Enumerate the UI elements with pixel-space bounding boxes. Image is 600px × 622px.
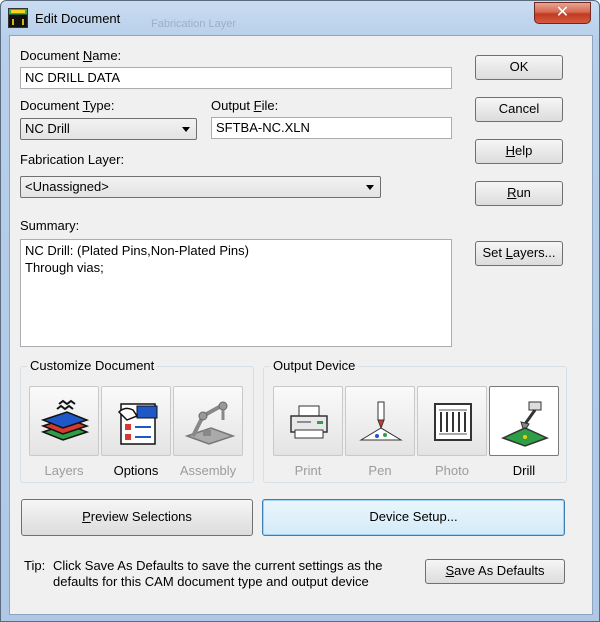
assembly-label: Assembly [179, 463, 237, 478]
edit-document-window: Edit Document Fabrication Layer ✕ Docume… [0, 0, 600, 622]
label-part: ave As Defaults [454, 563, 545, 578]
help-button[interactable]: Help [475, 139, 563, 164]
output-device-title: Output Device [270, 358, 359, 373]
summary-line: NC Drill: (Plated Pins,Non-Plated Pins) [25, 243, 249, 258]
label-part: ype: [89, 98, 115, 113]
print-label: Print [294, 463, 322, 478]
close-icon: ✕ [555, 4, 570, 21]
label-accelerator: F [253, 98, 262, 113]
title-bar[interactable]: Edit Document Fabrication Layer ✕ [1, 1, 599, 35]
output-device-group: Output Device Print Pen Photo Drill [263, 358, 567, 483]
layers-label: Layers [44, 463, 84, 478]
layers-tile[interactable] [29, 386, 99, 456]
label-part: elp [515, 143, 533, 158]
options-tile[interactable] [101, 386, 171, 456]
window-title: Edit Document [35, 11, 121, 26]
label-part: Set [482, 245, 506, 260]
assembly-icon [184, 401, 236, 445]
output-file-label: Output File: [211, 98, 278, 113]
label-accelerator: H [505, 143, 516, 158]
photo-tile[interactable] [417, 386, 487, 456]
tip-prefix: Tip: [24, 558, 46, 573]
document-type-label: Document Type: [20, 98, 114, 113]
summary-label: Summary: [20, 218, 80, 233]
drill-tile[interactable] [489, 386, 559, 456]
photo-label: Photo [435, 463, 469, 478]
save-as-defaults-button[interactable]: Save As Defaults [425, 559, 565, 584]
output-file-input[interactable]: SFTBA-NC.XLN [211, 117, 452, 139]
label-part: Document [20, 98, 83, 113]
options-label: Options [113, 463, 159, 478]
label-part: Output [211, 98, 254, 113]
photoplotter-icon [434, 403, 472, 441]
summary-line: Through vias; [25, 260, 104, 275]
layers-icon [40, 399, 90, 441]
chevron-down-icon [182, 127, 190, 132]
document-name-label: Document Name: [20, 48, 121, 63]
set-layers-button[interactable]: Set Layers... [475, 241, 563, 266]
pads-app-icon [8, 8, 28, 28]
label-part: ile: [261, 98, 279, 113]
dialog-body: Document Name: NC DRILL DATA Document Ty… [9, 35, 593, 615]
tip-text: Click Save As Defaults to save the curre… [53, 558, 383, 590]
assembly-tile[interactable] [173, 386, 243, 456]
preview-selections-button[interactable]: Preview Selections [21, 499, 253, 536]
device-setup-button[interactable]: Device Setup... [262, 499, 565, 536]
document-type-value: NC Drill [25, 121, 70, 136]
options-icon [117, 403, 158, 445]
label-accelerator: L [505, 245, 513, 260]
cancel-button[interactable]: Cancel [475, 97, 563, 122]
label-accelerator: S [445, 563, 455, 578]
fabrication-layer-select[interactable]: <Unassigned> [20, 176, 381, 198]
fabrication-layer-label: Fabrication Layer: [20, 152, 125, 167]
tip-line: defaults for this CAM document type and … [53, 574, 369, 589]
close-button[interactable]: ✕ [534, 2, 591, 24]
print-tile[interactable] [273, 386, 343, 456]
pen-tile[interactable] [345, 386, 415, 456]
ok-button[interactable]: OK [475, 55, 563, 80]
document-name-input[interactable]: NC DRILL DATA [20, 67, 452, 89]
customize-document-title: Customize Document [27, 358, 158, 373]
drill-icon [501, 401, 549, 447]
label-accelerator: N [82, 48, 93, 63]
summary-textarea[interactable]: NC Drill: (Plated Pins,Non-Plated Pins) … [20, 239, 452, 347]
fabrication-layer-value: <Unassigned> [25, 179, 109, 194]
title-ghost-text: Fabrication Layer [151, 18, 236, 30]
printer-icon [290, 405, 328, 439]
label-part: review Selections [90, 509, 192, 524]
label-part: un [516, 185, 531, 200]
label-accelerator: T [82, 98, 90, 113]
document-type-select[interactable]: NC Drill [20, 118, 197, 140]
pen-label: Pen [368, 463, 392, 478]
pen-plotter-icon [359, 401, 403, 441]
label-accelerator: P [82, 509, 91, 524]
run-button[interactable]: Run [475, 181, 563, 206]
label-part: Document [20, 48, 83, 63]
tip-line: Click Save As Defaults to save the curre… [53, 558, 383, 573]
drill-label: Drill [512, 463, 536, 478]
label-part: ame: [92, 48, 122, 63]
label-part: ayers... [512, 245, 556, 260]
customize-document-group: Customize Document Layers Options Assemb… [20, 358, 254, 483]
chevron-down-icon [366, 185, 374, 190]
